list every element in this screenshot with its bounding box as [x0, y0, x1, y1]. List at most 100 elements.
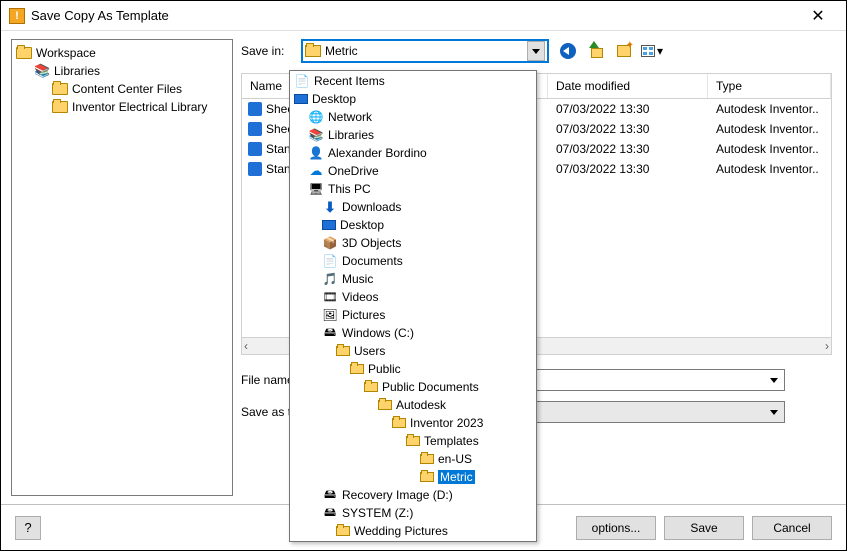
- libraries-icon: [34, 64, 50, 78]
- drive-icon: [322, 506, 338, 520]
- folder-icon: [305, 45, 321, 57]
- music-icon: [322, 272, 338, 286]
- file-date: 07/03/2022 13:30: [548, 102, 708, 116]
- dropdown-item[interactable]: Metric: [290, 468, 536, 486]
- options-button[interactable]: options...: [576, 516, 656, 540]
- file-name: Stan: [266, 142, 291, 156]
- file-date: 07/03/2022 13:30: [548, 122, 708, 136]
- saveastype-dropdown-button[interactable]: [766, 403, 782, 421]
- dropdown-item[interactable]: 3D Objects: [290, 234, 536, 252]
- dropdown-item-label: Network: [328, 110, 372, 124]
- dropdown-item[interactable]: Pictures: [290, 306, 536, 324]
- dropdown-item[interactable]: Public Documents: [290, 378, 536, 396]
- dropdown-item-label: Videos: [342, 290, 378, 304]
- nav-toolbar: ▾: [557, 40, 663, 62]
- view-menu-button[interactable]: ▾: [641, 40, 663, 62]
- dropdown-item[interactable]: Downloads: [290, 198, 536, 216]
- file-date: 07/03/2022 13:30: [548, 142, 708, 156]
- back-button[interactable]: [557, 40, 579, 62]
- dropdown-item[interactable]: Users: [290, 342, 536, 360]
- dropdown-item[interactable]: Inventor 2023: [290, 414, 536, 432]
- dropdown-item-label: Windows (C:): [342, 326, 414, 340]
- dropdown-item-label: Pictures: [342, 308, 385, 322]
- dropdown-item-label: Templates: [424, 434, 479, 448]
- dropdown-item[interactable]: Network: [290, 108, 536, 126]
- dropdown-item-label: This PC: [328, 182, 371, 196]
- dropdown-item-label: Recent Items: [314, 74, 385, 88]
- folder-icon: [378, 400, 392, 410]
- folder-icon: [364, 382, 378, 392]
- user-icon: [308, 146, 324, 160]
- documents-icon: [322, 254, 338, 268]
- column-header-date[interactable]: Date modified: [548, 74, 708, 98]
- dropdown-item-label: Desktop: [340, 218, 384, 232]
- save-button[interactable]: Save: [664, 516, 744, 540]
- savein-dropdown-button[interactable]: [527, 41, 545, 61]
- sidebar-item-inventor-electrical[interactable]: Inventor Electrical Library: [14, 98, 230, 116]
- dropdown-item[interactable]: en-US: [290, 450, 536, 468]
- folder-icon: [52, 83, 68, 95]
- folder-icon: [336, 346, 350, 356]
- dropdown-item[interactable]: SYSTEM (Z:): [290, 504, 536, 522]
- file-icon: [248, 162, 262, 176]
- dropdown-item[interactable]: OneDrive: [290, 162, 536, 180]
- dropdown-item[interactable]: Desktop: [290, 216, 536, 234]
- sidebar-item-libraries[interactable]: Libraries: [14, 62, 230, 80]
- dropdown-item-label: 3D Objects: [342, 236, 401, 250]
- dropdown-item-label: OneDrive: [328, 164, 379, 178]
- dropdown-item[interactable]: Documents: [290, 252, 536, 270]
- file-type: Autodesk Inventor..: [708, 102, 831, 116]
- folder-icon: [350, 364, 364, 374]
- dropdown-item[interactable]: Templates: [290, 432, 536, 450]
- file-icon: [248, 102, 262, 116]
- up-button[interactable]: [585, 40, 607, 62]
- sidebar-item-content-center[interactable]: Content Center Files: [14, 80, 230, 98]
- dropdown-item-label: Public: [368, 362, 401, 376]
- dropdown-item[interactable]: Recovery Image (D:): [290, 486, 536, 504]
- cancel-button[interactable]: Cancel: [752, 516, 832, 540]
- downloads-icon: [322, 200, 338, 214]
- folder-icon: [16, 47, 32, 59]
- dropdown-item[interactable]: Recent Items: [290, 72, 536, 90]
- dropdown-item[interactable]: Videos: [290, 288, 536, 306]
- savein-value: Metric: [325, 44, 527, 58]
- filename-dropdown-button[interactable]: [766, 371, 782, 389]
- help-button[interactable]: ?: [15, 516, 41, 540]
- app-icon: !: [9, 8, 25, 24]
- dropdown-item-label: Public Documents: [382, 380, 479, 394]
- dropdown-item[interactable]: Windows (C:): [290, 324, 536, 342]
- folder-icon: [52, 101, 68, 113]
- dialog-window: ! Save Copy As Template ✕ Workspace Libr…: [0, 0, 847, 551]
- scroll-left-icon[interactable]: ‹: [244, 339, 248, 353]
- desktop-icon: [322, 220, 336, 230]
- savein-row: Save in: Metric ▾: [241, 39, 832, 63]
- 3d-icon: [322, 236, 338, 250]
- savein-combo[interactable]: Metric: [301, 39, 549, 63]
- videos-icon: [322, 290, 338, 304]
- dropdown-item[interactable]: This PC: [290, 180, 536, 198]
- titlebar: ! Save Copy As Template ✕: [1, 1, 846, 31]
- dropdown-item[interactable]: Music: [290, 270, 536, 288]
- dropdown-item-label: en-US: [438, 452, 472, 466]
- dropdown-item[interactable]: Public: [290, 360, 536, 378]
- dropdown-item-label: Downloads: [342, 200, 401, 214]
- scroll-right-icon[interactable]: ›: [825, 339, 829, 353]
- dropdown-item[interactable]: Autodesk: [290, 396, 536, 414]
- dropdown-item-label: Desktop: [312, 92, 356, 106]
- dropdown-item[interactable]: Alexander Bordino: [290, 144, 536, 162]
- dropdown-item-label: Music: [342, 272, 373, 286]
- folder-icon: [406, 436, 420, 446]
- dropdown-item[interactable]: Desktop: [290, 90, 536, 108]
- back-icon: [560, 43, 576, 59]
- column-header-type[interactable]: Type: [708, 74, 831, 98]
- dropdown-item[interactable]: Libraries: [290, 126, 536, 144]
- savein-label: Save in:: [241, 44, 301, 58]
- close-button[interactable]: ✕: [798, 2, 838, 30]
- savein-dropdown-list: Recent Items Desktop Network LibrariesAlexa…: [289, 70, 537, 542]
- sidebar-item-workspace[interactable]: Workspace: [14, 44, 230, 62]
- folder-icon: [392, 418, 406, 428]
- new-folder-button[interactable]: [613, 40, 635, 62]
- file-date: 07/03/2022 13:30: [548, 162, 708, 176]
- dropdown-item[interactable]: Wedding Pictures: [290, 522, 536, 540]
- dropdown-item-label: Metric: [438, 470, 475, 484]
